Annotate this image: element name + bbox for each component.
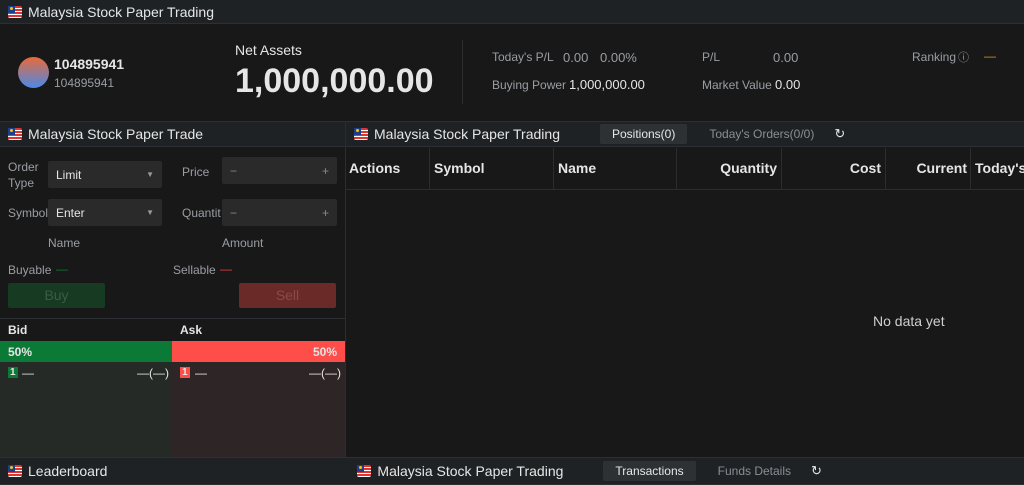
- col-name: Name: [558, 160, 597, 176]
- transactions-panel-title: Malaysia Stock Paper Trading: [377, 463, 564, 479]
- minus-icon[interactable]: −: [230, 206, 237, 220]
- avatar[interactable]: [18, 57, 49, 88]
- tab-funds-details[interactable]: Funds Details: [706, 461, 803, 481]
- bottom-panels-header: Leaderboard Malaysia Stock Paper Trading…: [0, 457, 1024, 485]
- amount-label: Amount: [222, 236, 264, 250]
- account-name: 104895941: [54, 56, 125, 72]
- positions-panel-title: Malaysia Stock Paper Trading: [374, 126, 560, 142]
- ranking-value: —: [984, 49, 996, 63]
- todays-pl-label: Today's P/L: [492, 50, 554, 64]
- col-quantity[interactable]: Quantity: [680, 160, 777, 176]
- ask-volume: —(—): [309, 366, 341, 380]
- symbol-placeholder: Enter: [56, 205, 85, 220]
- positions-panel-header: Malaysia Stock Paper Trading Positions(0…: [346, 121, 1024, 147]
- trade-panel-title: Malaysia Stock Paper Trade: [28, 126, 204, 142]
- pl-label: P/L: [702, 50, 721, 64]
- bid-label: Bid: [8, 323, 28, 337]
- buy-button[interactable]: Buy: [8, 283, 105, 308]
- chevron-down-icon: ▼: [146, 208, 154, 217]
- buying-power-value: 1,000,000.00: [569, 77, 645, 92]
- market-value-label: Market Value: [702, 78, 772, 92]
- order-type-value: Limit: [56, 167, 82, 182]
- todays-pl: 0.00: [563, 50, 589, 65]
- empty-state: No data yet: [873, 313, 945, 329]
- price-label: Price: [182, 165, 210, 179]
- buying-power-label: Buying Power: [492, 78, 567, 92]
- account-id: 104895941: [54, 76, 115, 90]
- pl-value: 0.00: [773, 50, 799, 65]
- malaysia-flag-icon: [354, 128, 368, 140]
- bid-level-badge: 1: [8, 367, 18, 378]
- quantity-stepper[interactable]: − +: [222, 199, 337, 226]
- col-actions: Actions: [349, 160, 401, 176]
- bid-ratio-bar: 50%: [0, 341, 172, 362]
- name-label: Name: [48, 236, 81, 250]
- market-value: 0.00: [775, 77, 801, 92]
- refresh-icon[interactable]: ↻: [811, 463, 822, 479]
- plus-icon[interactable]: +: [322, 164, 329, 178]
- tab-positions[interactable]: Positions(0): [599, 124, 688, 144]
- plus-icon[interactable]: +: [322, 206, 329, 220]
- ask-level-badge: 1: [180, 367, 190, 378]
- quantity-label: Quantit: [182, 206, 221, 220]
- tab-todays-orders[interactable]: Today's Orders(0/0): [697, 124, 826, 144]
- ranking-label: Ranking: [912, 50, 957, 64]
- refresh-icon[interactable]: ↻: [834, 126, 845, 142]
- chevron-down-icon: ▼: [146, 170, 154, 179]
- price-stepper[interactable]: − +: [222, 157, 337, 184]
- buyable-value: —: [56, 262, 68, 276]
- app-title-bar: Malaysia Stock Paper Trading: [0, 0, 1024, 24]
- bid-price: —: [22, 366, 34, 380]
- app-title: Malaysia Stock Paper Trading: [28, 3, 214, 20]
- order-type-label: Order Type: [8, 160, 39, 190]
- col-cost[interactable]: Cost: [790, 160, 881, 176]
- minus-icon[interactable]: −: [230, 164, 237, 178]
- col-symbol[interactable]: Symbol: [434, 160, 485, 176]
- col-todays[interactable]: Today's: [975, 160, 1024, 176]
- ask-price: —: [195, 366, 207, 380]
- net-assets-value: 1,000,000.00: [235, 62, 434, 100]
- tab-transactions[interactable]: Transactions: [603, 461, 696, 481]
- sellable-label: Sellable: [173, 263, 216, 277]
- leaderboard-title: Leaderboard: [28, 463, 108, 479]
- col-current[interactable]: Current: [890, 160, 967, 176]
- info-icon[interactable]: ⓘ: [958, 49, 969, 65]
- malaysia-flag-icon: [357, 465, 372, 477]
- symbol-label: Symbol: [8, 206, 49, 220]
- order-type-select[interactable]: Limit ▼: [48, 161, 162, 188]
- malaysia-flag-icon: [8, 5, 22, 18]
- symbol-input[interactable]: Enter ▼: [48, 199, 162, 226]
- malaysia-flag-icon: [8, 128, 22, 140]
- sell-button[interactable]: Sell: [239, 283, 336, 308]
- sellable-value: —: [220, 262, 232, 276]
- net-assets-label: Net Assets: [235, 42, 302, 58]
- bid-volume: —(—): [137, 366, 169, 380]
- todays-pl-pct: 0.00%: [600, 50, 637, 65]
- ask-ratio-bar: 50%: [172, 341, 345, 362]
- buyable-label: Buyable: [8, 263, 52, 277]
- malaysia-flag-icon: [8, 465, 22, 477]
- trade-panel-header: Malaysia Stock Paper Trade: [0, 121, 345, 147]
- ask-label: Ask: [180, 323, 203, 337]
